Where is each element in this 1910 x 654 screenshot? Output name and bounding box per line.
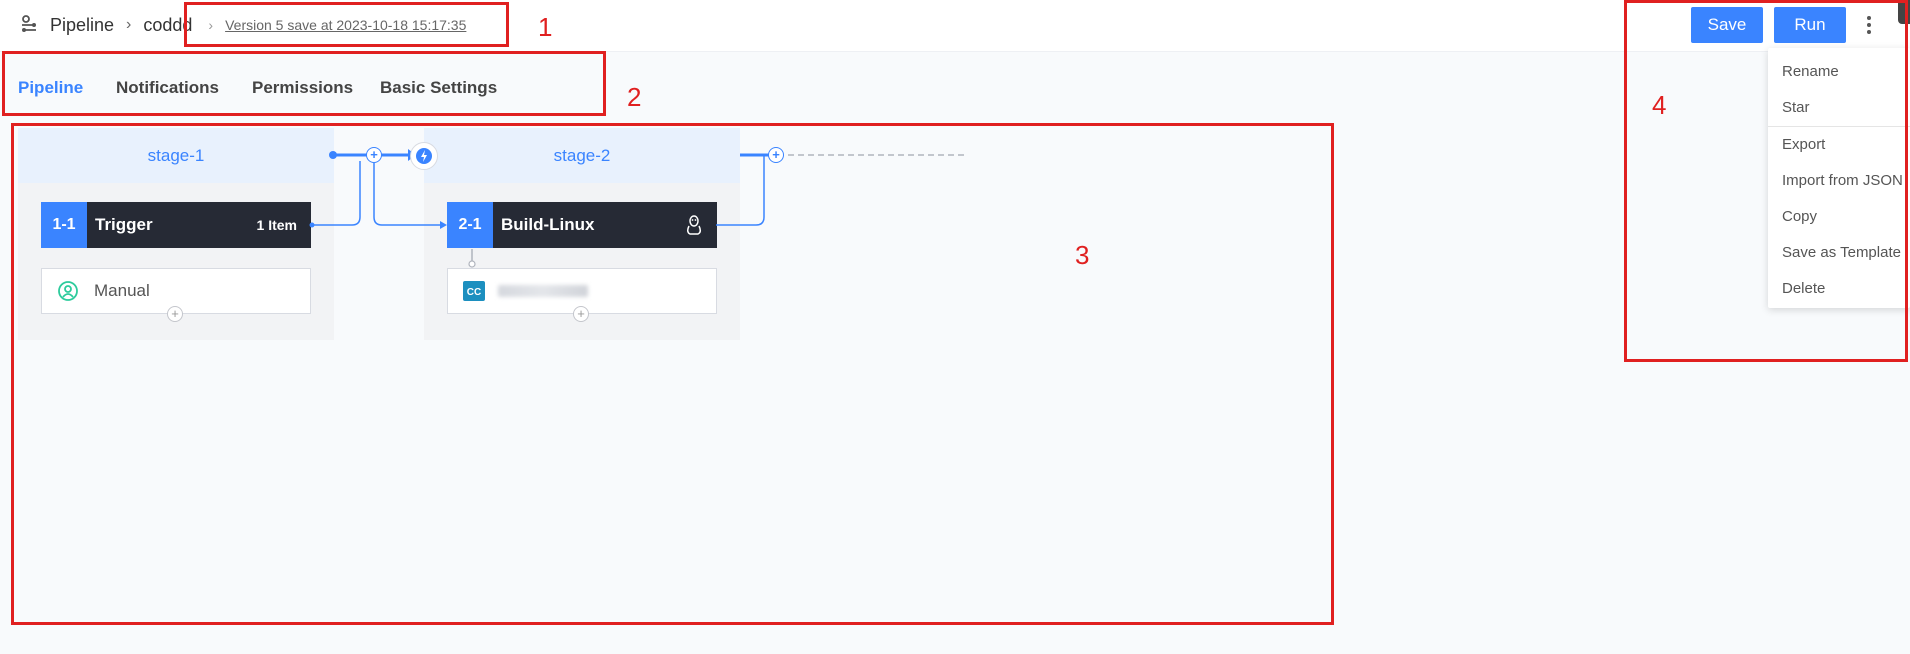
annotation-box — [11, 123, 1334, 625]
annotation-label: 3 — [1075, 240, 1090, 270]
annotation-label: 1 — [538, 12, 553, 42]
annotation-box — [2, 51, 606, 116]
annotation-box — [184, 2, 509, 47]
annotation-label: 4 — [1652, 90, 1667, 120]
annotation-label: 2 — [627, 82, 642, 112]
annotation-box — [1624, 0, 1908, 362]
